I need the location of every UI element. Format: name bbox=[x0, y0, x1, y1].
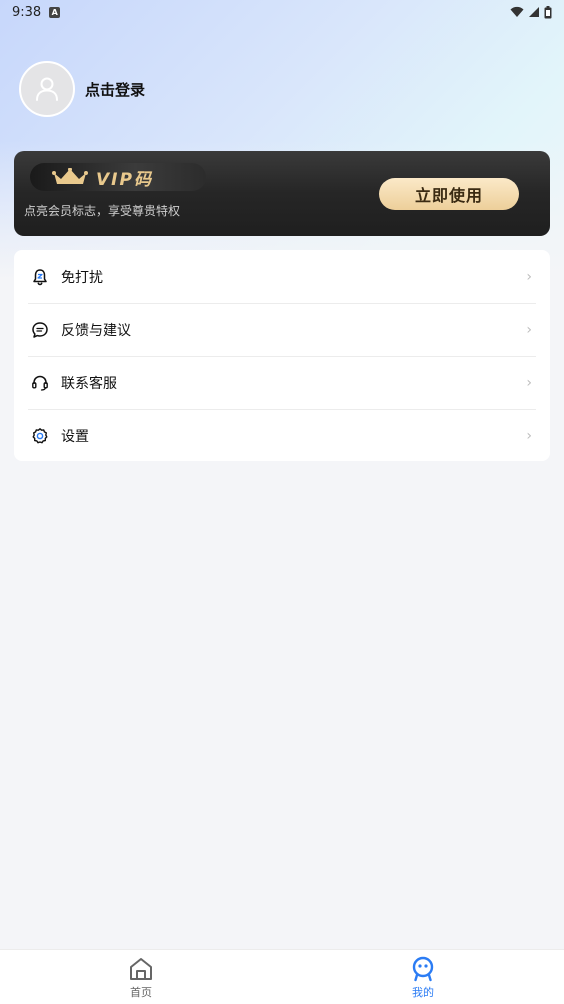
profile-header[interactable]: 点击登录 bbox=[19, 61, 145, 117]
tab-mine-label: 我的 bbox=[412, 986, 434, 999]
menu-item-settings[interactable]: 设置 › bbox=[14, 409, 550, 462]
chevron-right-icon: › bbox=[526, 321, 532, 338]
crown-icon bbox=[52, 168, 88, 184]
avatar[interactable] bbox=[19, 61, 75, 117]
menu-list: 免打扰 › 反馈与建议 › 联系客服 › 设置 › bbox=[14, 250, 550, 461]
vip-subtitle: 点亮会员标志，享受尊贵特权 bbox=[24, 204, 181, 218]
status-bar: 9:38 A bbox=[0, 0, 564, 24]
battery-icon bbox=[544, 5, 552, 18]
menu-item-customer-service[interactable]: 联系客服 › bbox=[14, 356, 550, 409]
chevron-right-icon: › bbox=[526, 427, 532, 444]
tab-mine[interactable]: 我的 bbox=[282, 950, 564, 1004]
login-link[interactable]: 点击登录 bbox=[85, 79, 145, 100]
user-icon bbox=[36, 77, 58, 101]
signal-icon bbox=[529, 7, 539, 17]
chevron-right-icon: › bbox=[526, 374, 532, 391]
header-background bbox=[0, 0, 564, 280]
bell-off-icon bbox=[30, 267, 50, 287]
home-icon bbox=[130, 958, 152, 980]
bottom-tab-bar: 首页 我的 bbox=[0, 949, 564, 1004]
notification-icon: A bbox=[49, 6, 61, 18]
tab-home-label: 首页 bbox=[130, 986, 152, 999]
menu-item-label: 反馈与建议 bbox=[61, 322, 131, 339]
menu-item-label: 免打扰 bbox=[61, 269, 103, 286]
menu-item-label: 设置 bbox=[61, 428, 89, 445]
vip-badge: VIP码 bbox=[30, 163, 206, 191]
headset-icon bbox=[30, 373, 50, 393]
gear-icon bbox=[30, 426, 50, 446]
chevron-right-icon: › bbox=[526, 268, 532, 285]
status-time: 9:38 bbox=[12, 4, 42, 20]
tab-home[interactable]: 首页 bbox=[0, 950, 282, 1004]
chat-icon bbox=[30, 320, 50, 340]
menu-item-feedback[interactable]: 反馈与建议 › bbox=[14, 303, 550, 356]
menu-item-label: 联系客服 bbox=[61, 375, 117, 392]
status-indicators bbox=[510, 5, 552, 19]
vip-title: VIP码 bbox=[96, 169, 153, 190]
wifi-icon bbox=[510, 6, 524, 17]
profile-face-icon bbox=[412, 956, 434, 982]
vip-banner[interactable]: VIP码 点亮会员标志，享受尊贵特权 立即使用 bbox=[14, 151, 550, 236]
use-now-button[interactable]: 立即使用 bbox=[379, 178, 519, 210]
menu-item-do-not-disturb[interactable]: 免打扰 › bbox=[14, 250, 550, 303]
